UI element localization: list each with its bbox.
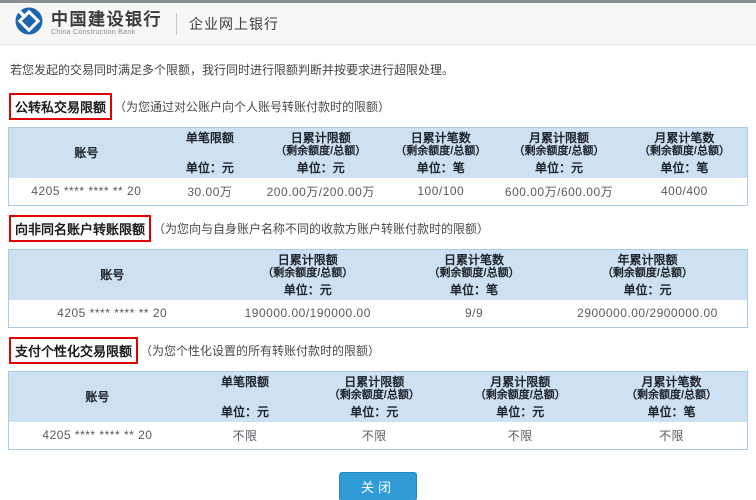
column-header: 月累计限额（剩余额度/总额）单位：元	[496, 128, 622, 178]
table-row: 4205 **** **** ** 20不限不限不限不限	[9, 422, 748, 450]
section-head: 公转私交易限额 （为您通过对公账户向个人账号转账付款时的限额）	[8, 93, 748, 120]
account-number-cell: 4205 **** **** ** 20	[9, 300, 216, 328]
limit-value-cell: 400/400	[622, 178, 748, 206]
close-button[interactable]: 关闭	[339, 472, 417, 500]
app-header: 中国建设银行 China Construction Bank 企业网上银行	[0, 3, 756, 45]
column-header: 单笔限额 单位：元	[186, 372, 304, 422]
column-header: 月累计笔数（剩余额度/总额）单位：笔	[596, 372, 748, 422]
main-content: 若您发起的交易同时满足多个限额，我行同时进行限额判断并按要求进行超限处理。 公转…	[0, 45, 756, 500]
column-header: 日累计限额（剩余额度/总额）单位：元	[304, 372, 444, 422]
section-head: 向非同名账户转账限额 （为您向与自身账户名称不同的收款方账户转账付款时的限额）	[8, 215, 748, 242]
column-header: 账号	[9, 128, 164, 178]
column-header: 日累计笔数（剩余额度/总额）单位：笔	[400, 250, 548, 300]
limit-value-cell: 190000.00/190000.00	[215, 300, 400, 328]
column-header: 单笔限额 单位：元	[164, 128, 256, 178]
column-header: 月累计限额（剩余额度/总额）单位：元	[445, 372, 596, 422]
bank-brand: 中国建设银行 China Construction Bank	[14, 6, 162, 41]
table-row: 4205 **** **** ** 2030.00万200.00万/200.00…	[9, 178, 748, 206]
column-header: 月累计笔数（剩余额度/总额）单位：笔	[622, 128, 748, 178]
section-head: 支付个性化交易限额 （为您个性化设置的所有转账付款时的限额）	[8, 337, 748, 364]
header-divider	[176, 13, 177, 35]
section-title: 向非同名账户转账限额	[9, 215, 151, 242]
notice-text: 若您发起的交易同时满足多个限额，我行同时进行限额判断并按要求进行超限处理。	[8, 45, 748, 84]
table-header-row: 账号日累计限额（剩余额度/总额）单位：元日累计笔数（剩余额度/总额）单位：笔年累…	[9, 250, 748, 300]
limit-value-cell: 不限	[186, 422, 304, 450]
limit-value-cell: 不限	[445, 422, 596, 450]
section-description: （为您通过对公账户向个人账号转账付款时的限额）	[114, 98, 390, 115]
limit-sections: 公转私交易限额 （为您通过对公账户向个人账号转账付款时的限额） 账号单笔限额 单…	[8, 93, 748, 450]
button-row: 关闭	[8, 472, 748, 500]
table-row: 4205 **** **** ** 20190000.00/190000.009…	[9, 300, 748, 328]
column-header: 日累计限额（剩余额度/总额）单位：元	[256, 128, 385, 178]
limit-section: 公转私交易限额 （为您通过对公账户向个人账号转账付款时的限额） 账号单笔限额 单…	[8, 93, 748, 206]
limit-value-cell: 9/9	[400, 300, 548, 328]
bank-name-en: China Construction Bank	[51, 29, 162, 37]
section-description: （为您向与自身账户名称不同的收款方账户转账付款时的限额）	[153, 220, 489, 237]
limit-value-cell: 不限	[304, 422, 444, 450]
limit-section: 向非同名账户转账限额 （为您向与自身账户名称不同的收款方账户转账付款时的限额） …	[8, 215, 748, 328]
limits-table: 账号单笔限额 单位：元日累计限额（剩余额度/总额）单位：元日累计笔数（剩余额度/…	[8, 127, 748, 206]
ccb-logo-icon	[14, 6, 44, 41]
limit-value-cell: 不限	[596, 422, 748, 450]
column-header: 日累计笔数（剩余额度/总额）单位：笔	[385, 128, 496, 178]
account-number-cell: 4205 **** **** ** 20	[9, 422, 186, 450]
bank-name-cn: 中国建设银行	[51, 11, 162, 28]
limits-table: 账号日累计限额（剩余额度/总额）单位：元日累计笔数（剩余额度/总额）单位：笔年累…	[8, 249, 748, 328]
account-number-cell: 4205 **** **** ** 20	[9, 178, 164, 206]
table-header-row: 账号单笔限额 单位：元日累计限额（剩余额度/总额）单位：元日累计笔数（剩余额度/…	[9, 128, 748, 178]
limit-value-cell: 2900000.00/2900000.00	[548, 300, 748, 328]
column-header: 账号	[9, 250, 216, 300]
section-description: （为您个性化设置的所有转账付款时的限额）	[140, 342, 380, 359]
limits-table: 账号单笔限额 单位：元日累计限额（剩余额度/总额）单位：元月累计限额（剩余额度/…	[8, 371, 748, 450]
column-header: 年累计限额（剩余额度/总额）单位：元	[548, 250, 748, 300]
limit-value-cell: 100/100	[385, 178, 496, 206]
limit-value-cell: 30.00万	[164, 178, 256, 206]
column-header: 日累计限额（剩余额度/总额）单位：元	[215, 250, 400, 300]
section-title: 公转私交易限额	[9, 93, 112, 120]
portal-name: 企业网上银行	[189, 14, 279, 34]
column-header: 账号	[9, 372, 186, 422]
limit-section: 支付个性化交易限额 （为您个性化设置的所有转账付款时的限额） 账号单笔限额 单位…	[8, 337, 748, 450]
section-title: 支付个性化交易限额	[9, 337, 138, 364]
limit-value-cell: 200.00万/200.00万	[256, 178, 385, 206]
table-header-row: 账号单笔限额 单位：元日累计限额（剩余额度/总额）单位：元月累计限额（剩余额度/…	[9, 372, 748, 422]
limit-value-cell: 600.00万/600.00万	[496, 178, 622, 206]
